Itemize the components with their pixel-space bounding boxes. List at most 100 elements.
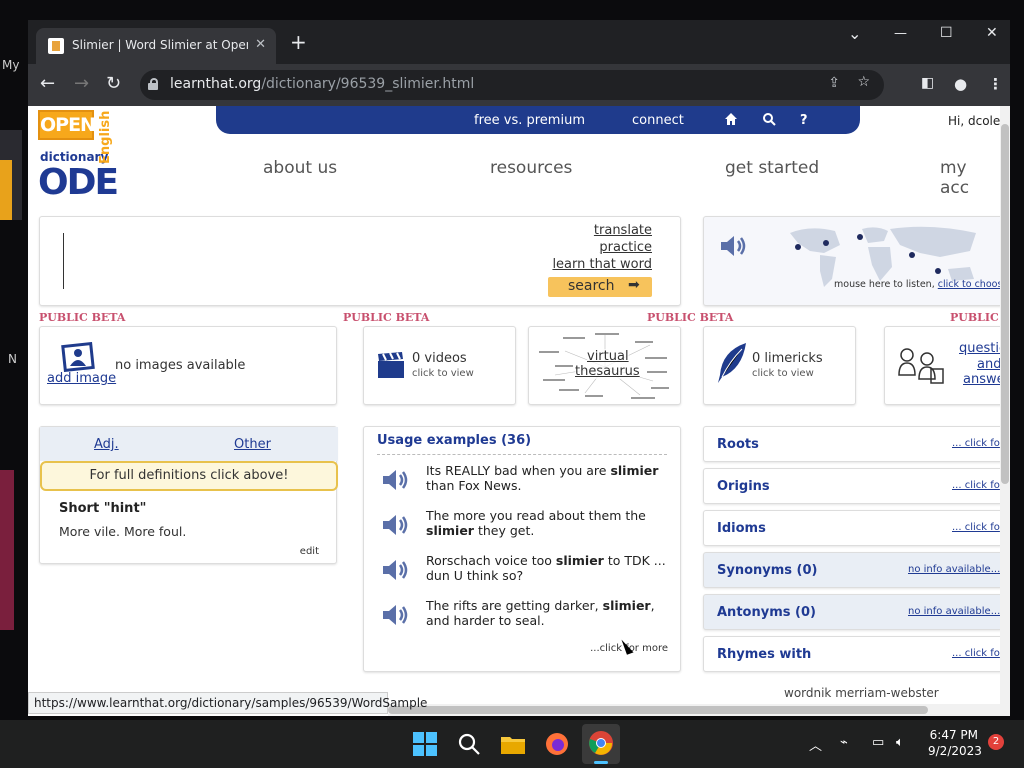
volume-icon[interactable]: 🔈︎: [896, 735, 904, 750]
usage-title: Usage examples (36): [377, 433, 532, 448]
address-bar[interactable]: learnthat.org/dictionary/96539_slimier.h…: [140, 70, 884, 100]
forward-arrow-icon[interactable]: →: [74, 73, 89, 94]
beta-label: PUBLIC BETA: [39, 311, 126, 324]
tab-adj[interactable]: Adj.: [94, 437, 119, 452]
help-icon[interactable]: ?: [800, 113, 808, 128]
usage-sentence: Rorschach voice too slimier to TDK ... d…: [426, 553, 666, 583]
tab-search-chevron-icon[interactable]: ⌄: [848, 24, 861, 43]
clock[interactable]: 6:47 PM 9/2/2023: [928, 727, 982, 759]
speaker-icon[interactable]: [380, 465, 410, 495]
date: 9/2/2023: [928, 744, 982, 758]
user-greeting[interactable]: Hi, dcolew: [948, 114, 1000, 128]
browser-tab[interactable]: Slimier | Word Slimier at Open Di ✕: [36, 28, 276, 64]
thesaurus-line2[interactable]: thesaurus: [575, 364, 640, 379]
beta-label: PUBLIC BETA: [343, 311, 430, 324]
practice-link[interactable]: practice: [599, 240, 652, 255]
full-definitions-banner[interactable]: For full definitions click above!: [40, 461, 338, 491]
maximize-button[interactable]: ☐: [940, 25, 953, 41]
choose-voice-link[interactable]: click to choose/add: [938, 279, 1000, 290]
chrome-icon: [589, 731, 613, 755]
site-favicon: [48, 38, 64, 54]
limericks-sub: click to view: [752, 368, 814, 379]
nav-about-us[interactable]: about us: [263, 158, 337, 178]
menu-dots-icon[interactable]: ⋮: [988, 75, 1003, 93]
logo-english: English: [98, 110, 113, 164]
windows-start-icon[interactable]: [411, 730, 439, 758]
thesaurus-panel[interactable]: virtual thesaurus: [528, 326, 681, 405]
roots-row[interactable]: Roots... click fo: [703, 426, 1000, 462]
thesaurus-line1[interactable]: virtual: [587, 349, 629, 364]
videos-panel[interactable]: 0 videos click to view: [363, 326, 516, 405]
nav-connect[interactable]: connect: [632, 113, 684, 128]
synonyms-row[interactable]: Synonyms (0) no info available...: [703, 552, 1000, 588]
back-arrow-icon[interactable]: ←: [40, 73, 55, 94]
desktop-label: My: [2, 58, 20, 72]
speaker-icon[interactable]: [380, 555, 410, 585]
active-indicator: [594, 761, 608, 764]
tab-close-icon[interactable]: ✕: [255, 37, 266, 52]
vertical-scrollbar[interactable]: [1000, 106, 1010, 716]
scrollbar-thumb[interactable]: [388, 706, 928, 714]
speaker-icon[interactable]: [380, 600, 410, 630]
limericks-panel[interactable]: 0 limericks click to view: [703, 326, 856, 405]
home-icon[interactable]: [724, 112, 738, 126]
listen-panel[interactable]: mouse here to listen, click to choose/ad…: [703, 216, 1000, 306]
qa-panel[interactable]: questio and answe: [884, 326, 1000, 405]
qa-line2[interactable]: and: [977, 357, 1000, 372]
close-window-button[interactable]: ✕: [986, 25, 998, 41]
site-logo[interactable]: OPEN dictionary ODE English: [38, 110, 128, 203]
antonyms-row[interactable]: Antonyms (0) no info available...: [703, 594, 1000, 630]
idioms-row[interactable]: Idioms... click fo: [703, 510, 1000, 546]
side-panel-icon[interactable]: ◧: [921, 75, 934, 91]
speaker-icon[interactable]: [380, 510, 410, 540]
firefox-icon[interactable]: [543, 730, 571, 758]
word-search-box[interactable]: translate practice learn that word searc…: [39, 216, 681, 306]
profile-icon[interactable]: ●: [954, 75, 967, 93]
tab-title: Slimier | Word Slimier at Open Di: [72, 38, 248, 52]
nav-my-account[interactable]: my acc: [940, 158, 1000, 198]
desktop-label: N: [8, 352, 17, 366]
origins-row[interactable]: Origins... click fo: [703, 468, 1000, 504]
time: 6:47 PM: [929, 728, 978, 742]
external-links[interactable]: wordnik merriam-webster: [784, 686, 939, 700]
browser-window: Slimier | Word Slimier at Open Di ✕ + ⌄ …: [28, 20, 1010, 716]
usage-example: The more you read about them the slimier…: [378, 508, 668, 548]
add-image-link[interactable]: add image: [47, 371, 116, 386]
chrome-taskbar-button[interactable]: [582, 724, 620, 764]
search-icon[interactable]: [455, 730, 483, 758]
listen-text: mouse here to listen,: [834, 279, 935, 290]
usage-example: Rorschach voice too slimier to TDK ... d…: [378, 553, 668, 593]
usage-example: The rifts are getting darker, slimier, a…: [378, 598, 668, 638]
arrow-right-icon: ➡: [628, 277, 640, 293]
share-icon[interactable]: ⇪: [828, 75, 840, 91]
new-tab-button[interactable]: +: [290, 30, 307, 54]
edit-link[interactable]: edit: [300, 546, 319, 557]
person-frame-icon[interactable]: [60, 342, 96, 372]
rhymes-row[interactable]: Rhymes with... click fo: [703, 636, 1000, 672]
scrollbar-thumb[interactable]: [1001, 124, 1009, 484]
chevron-up-icon[interactable]: ︿: [809, 735, 822, 754]
file-explorer-icon[interactable]: [499, 730, 527, 758]
qa-line1[interactable]: questio: [959, 341, 1000, 356]
nav-resources[interactable]: resources: [490, 158, 572, 178]
translate-link[interactable]: translate: [594, 223, 652, 238]
display-icon[interactable]: ▭: [872, 735, 884, 750]
star-icon[interactable]: ☆: [857, 74, 870, 90]
definition-tabs: Adj. Other: [40, 427, 338, 461]
learn-that-word-link[interactable]: learn that word: [552, 257, 652, 272]
desktop-window-edge: [0, 470, 14, 630]
speaker-icon[interactable]: [718, 231, 748, 261]
notification-badge[interactable]: 2: [988, 734, 1004, 750]
minimize-button[interactable]: —: [894, 26, 907, 41]
search-icon[interactable]: [762, 112, 776, 126]
horizontal-scrollbar[interactable]: [388, 704, 1000, 716]
logo-ode: ODE: [38, 162, 119, 203]
nav-free-vs-premium[interactable]: free vs. premium: [474, 113, 585, 128]
search-button[interactable]: search ➡: [548, 277, 652, 297]
qa-line3[interactable]: answe: [963, 372, 1000, 387]
nav-get-started[interactable]: get started: [725, 158, 819, 178]
reload-icon[interactable]: ↻: [106, 73, 121, 94]
usage-sentence: The rifts are getting darker, slimier, a…: [426, 598, 655, 628]
network-icon[interactable]: ⌁: [840, 735, 848, 750]
tab-other[interactable]: Other: [234, 437, 271, 452]
